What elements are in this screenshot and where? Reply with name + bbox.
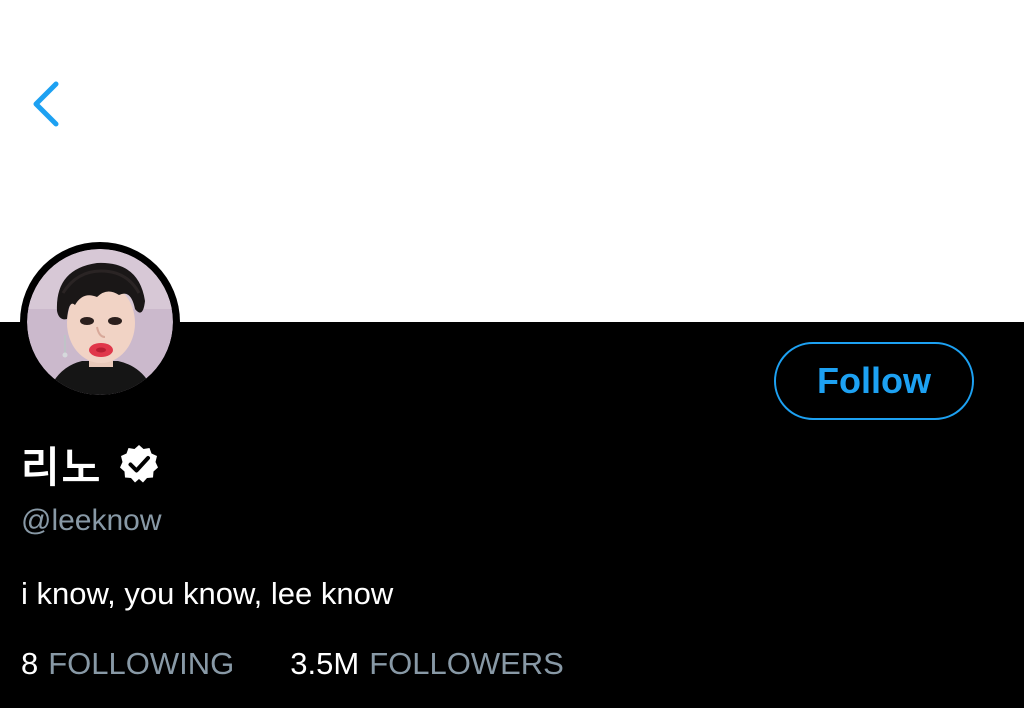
- following-count: 8: [21, 646, 39, 681]
- avatar-photo: [27, 249, 173, 395]
- followers-count: 3.5M: [290, 646, 360, 681]
- name-row: 리노: [21, 436, 160, 492]
- profile-bio: i know, you know, lee know: [21, 576, 394, 611]
- display-name: 리노: [21, 442, 103, 492]
- chevron-left-icon: [33, 81, 59, 127]
- avatar[interactable]: [20, 242, 180, 402]
- following-label: FOLLOWING: [48, 646, 235, 681]
- following-stat[interactable]: 8 FOLLOWING: [21, 646, 234, 682]
- verified-badge-icon: [120, 445, 159, 483]
- profile-handle: @leeknow: [21, 504, 162, 537]
- followers-stat[interactable]: 3.5M FOLLOWERS: [290, 646, 564, 682]
- profile-stats: 8 FOLLOWING 3.5M FOLLOWERS: [21, 646, 564, 682]
- followers-label: FOLLOWERS: [369, 646, 564, 681]
- follow-button[interactable]: Follow: [774, 342, 974, 420]
- back-button[interactable]: [24, 74, 72, 134]
